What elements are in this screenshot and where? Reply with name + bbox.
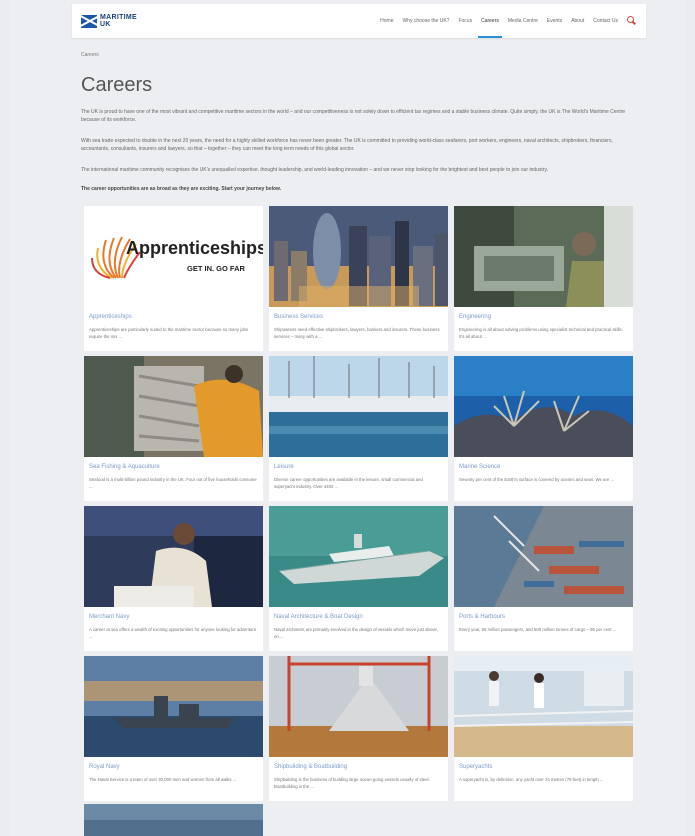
shipbuilding-image — [269, 656, 448, 757]
career-card-superyachts[interactable]: Superyachts A superyacht is, by definiti… — [454, 656, 633, 801]
breadcrumb[interactable]: Careers — [81, 52, 99, 58]
logo-line-2: UK — [100, 21, 111, 28]
card-title[interactable]: Merchant Navy — [89, 614, 129, 620]
card-title[interactable]: Ports & Harbours — [459, 614, 505, 620]
card-description: Diverse career opportunities are availab… — [274, 477, 423, 489]
card-title[interactable]: Superyachts — [459, 764, 492, 770]
intro-paragraph-3: The international maritime community rec… — [81, 167, 548, 173]
card-description: Shipowners need effective shipbrokers, l… — [274, 327, 440, 339]
career-card-apprenticeships[interactable]: Apprenticeships GET IN. GO FAR Apprentic… — [84, 206, 263, 351]
career-card-merchant-navy[interactable]: Merchant Navy A career at sea offers a w… — [84, 506, 263, 651]
partial-card-image — [84, 804, 263, 836]
nav-why-choose-uk[interactable]: Why choose the UK? — [402, 4, 449, 38]
engineering-image — [454, 206, 633, 307]
career-card-marine-science[interactable]: Marine Science Seventy per cent of the E… — [454, 356, 633, 501]
page-title: Careers — [81, 74, 153, 96]
card-description: Naval architects are primarily involved … — [274, 627, 439, 639]
career-card-naval-architecture[interactable]: Naval Architecture & Boat Design Naval a… — [269, 506, 448, 651]
card-title[interactable]: Apprenticeships — [89, 314, 132, 320]
site-header: MARITIME UK Home Why choose the UK? Focu… — [72, 4, 646, 38]
card-title[interactable]: Leisure — [274, 464, 294, 470]
career-card-business-services[interactable]: Business Services Shipowners need effect… — [269, 206, 448, 351]
leisure-image — [269, 356, 448, 457]
card-title[interactable]: Royal Navy — [89, 764, 120, 770]
ports-harbours-image — [454, 506, 633, 607]
marine-science-image — [454, 356, 633, 457]
logo-line-1: MARITIME — [100, 14, 138, 21]
career-card-sea-fishing[interactable]: Sea Fishing & Aquaculture Seafood is a m… — [84, 356, 263, 501]
card-description: A superyacht is, by definition, any yach… — [459, 777, 604, 782]
card-title[interactable]: Engineering — [459, 314, 491, 320]
card-description: Engineering is all about solving problem… — [459, 327, 623, 339]
nav-media-centre[interactable]: Media Centre — [508, 4, 538, 38]
card-title[interactable]: Sea Fishing & Aquaculture — [89, 464, 160, 470]
union-flag-icon — [81, 14, 97, 28]
intro-paragraph-2: With sea trade expected to double in the… — [81, 138, 613, 152]
card-description: Apprenticeships are particularly suited … — [89, 327, 249, 339]
merchant-navy-image — [84, 506, 263, 607]
career-card-shipbuilding[interactable]: Shipbuilding & Boatbuilding Shipbuilding… — [269, 656, 448, 801]
nav-contact-us[interactable]: Contact Us — [593, 4, 618, 38]
apprenticeships-logo-text: Apprenticeships — [126, 238, 263, 258]
main-nav: Home Why choose the UK? Focus Careers Me… — [371, 4, 618, 38]
business-services-image — [269, 206, 448, 307]
card-title[interactable]: Marine Science — [459, 464, 500, 470]
nav-careers[interactable]: Careers — [478, 4, 502, 38]
maritime-uk-logo[interactable]: MARITIME UK — [81, 12, 137, 30]
intro-lead: The career opportunities are as broad as… — [81, 186, 282, 192]
card-description: The Naval Service is a team of over 30,0… — [89, 777, 237, 782]
career-card-leisure[interactable]: Leisure Diverse career opportunities are… — [269, 356, 448, 501]
card-description: Seventy per cent of the Earth's surface … — [459, 477, 615, 482]
career-card-royal-navy[interactable]: Royal Navy The Naval Service is a team o… — [84, 656, 263, 801]
intro-paragraph-1: The UK is proud to have one of the most … — [81, 109, 626, 123]
search-icon[interactable] — [627, 16, 636, 25]
nav-home[interactable]: Home — [380, 4, 393, 38]
nav-about[interactable]: About — [571, 4, 584, 38]
card-description: Seafood is a multi-billion pound industr… — [89, 477, 257, 489]
superyachts-image — [454, 656, 633, 757]
card-title[interactable]: Shipbuilding & Boatbuilding — [274, 764, 347, 770]
nav-focus[interactable]: Focus — [458, 4, 472, 38]
naval-architecture-image — [269, 506, 448, 607]
card-title[interactable]: Naval Architecture & Boat Design — [274, 614, 363, 620]
career-card-ports-harbours[interactable]: Ports & Harbours Every year, 65 million … — [454, 506, 633, 651]
sea-fishing-image — [84, 356, 263, 457]
career-card-partial[interactable] — [84, 804, 263, 836]
royal-navy-image — [84, 656, 263, 757]
career-card-engineering[interactable]: Engineering Engineering is all about sol… — [454, 206, 633, 351]
apprenticeships-logo-image: Apprenticeships GET IN. GO FAR — [84, 206, 263, 307]
card-description: Every year, 65 million passengers, and 5… — [459, 627, 617, 632]
card-title[interactable]: Business Services — [274, 314, 323, 320]
card-description: Shipbuilding is the business of building… — [274, 777, 430, 789]
nav-events[interactable]: Events — [547, 4, 562, 38]
card-description: A career at sea offers a wealth of excit… — [89, 627, 257, 639]
apprenticeships-logo-tagline: GET IN. GO FAR — [187, 264, 245, 273]
